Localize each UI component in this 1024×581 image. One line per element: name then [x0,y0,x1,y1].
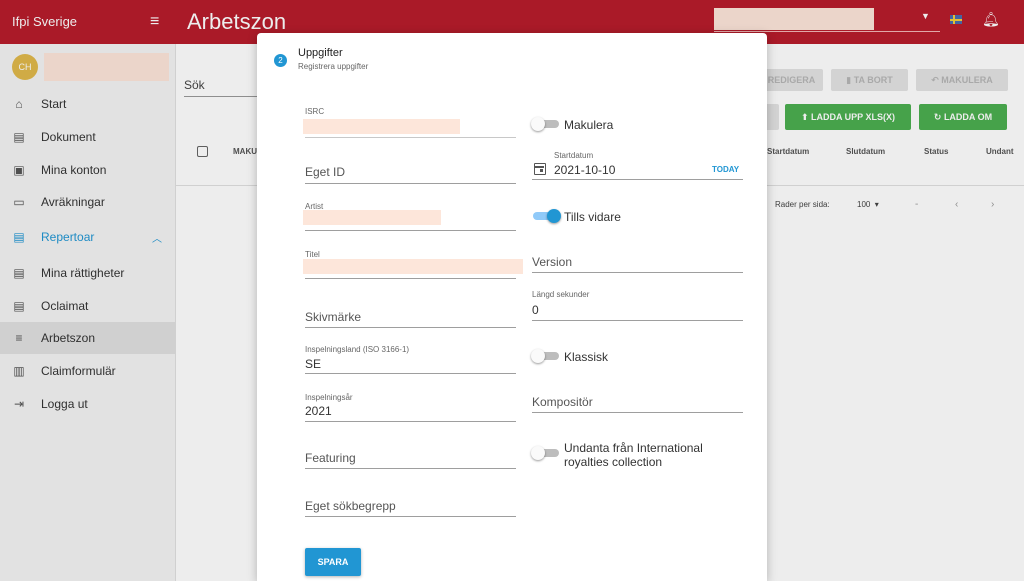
featuring-underline [305,468,516,469]
eget-sokbegrepp-underline [305,516,516,517]
makulera-toggle-label: Makulera [564,118,614,132]
artist-underline [305,230,516,231]
toggle-knob [531,349,545,363]
eget-id-placeholder: Eget ID [305,165,346,179]
klassisk-toggle-label: Klassisk [564,350,609,364]
today-button[interactable]: TODAY [712,165,739,174]
kompositor-field[interactable]: Kompositör [532,391,743,416]
eget-id-underline [305,183,516,184]
langd-sekunder-field[interactable]: Längd sekunder 0 [532,288,743,323]
isrc-underline [305,137,516,138]
isrc-value-redacted [303,119,460,134]
titel-value-redacted [303,259,523,274]
startdatum-underline [532,179,743,180]
artist-value-redacted [303,210,441,225]
undanta-toggle[interactable] [531,446,561,460]
skivmarke-placeholder: Skivmärke [305,310,362,324]
dialog-title: Uppgifter [298,47,343,59]
undanta-toggle-label-line1: Undanta från International [564,441,703,455]
kompositor-placeholder: Kompositör [532,395,593,409]
eget-sokbegrepp-field[interactable]: Eget sökbegrepp [305,495,516,520]
inspelningsar-label: Inspelningsår [305,393,353,402]
inspelningsland-field[interactable]: Inspelningsland (ISO 3166-1) SE [305,343,516,375]
tills-vidare-toggle-label: Tills vidare [564,210,621,224]
skivmarke-underline [305,327,516,328]
version-placeholder: Version [532,255,573,269]
langd-sekunder-label: Längd sekunder [532,290,590,299]
toggle-knob [531,446,545,460]
toggle-knob [547,209,561,223]
inspelningsar-field[interactable]: Inspelningsår 2021 [305,391,516,423]
calendar-icon[interactable] [534,163,546,175]
version-underline [532,272,743,273]
eget-sokbegrepp-placeholder: Eget sökbegrepp [305,499,396,513]
kompositor-underline [532,412,743,413]
startdatum-value: 2021-10-10 [554,163,616,177]
featuring-field[interactable]: Featuring [305,447,516,472]
startdatum-label: Startdatum [554,151,594,160]
makulera-toggle[interactable] [531,117,561,131]
inspelningsar-value: 2021 [305,404,332,418]
startdatum-field[interactable]: Startdatum 2021-10-10 TODAY [532,149,743,181]
titel-underline [305,278,516,279]
inspelningsland-underline [305,373,516,374]
tills-vidare-toggle[interactable] [531,209,561,223]
langd-sekunder-value: 0 [532,303,539,317]
artist-field[interactable]: Artist [303,200,516,233]
spara-button[interactable]: SPARA [305,548,361,576]
inspelningsland-value: SE [305,357,322,371]
featuring-placeholder: Featuring [305,451,356,465]
isrc-label: ISRC [305,107,325,116]
inspelningsar-underline [305,421,516,422]
version-field[interactable]: Version [532,251,743,276]
uppgifter-dialog: 2 Uppgifter Registrera uppgifter ISRC Eg… [257,33,767,581]
eget-id-field[interactable]: Eget ID [305,161,516,186]
titel-field[interactable]: Titel [303,248,525,281]
langd-sekunder-underline [532,320,743,321]
isrc-field[interactable]: ISRC [303,105,516,141]
dialog-subtitle: Registrera uppgifter [298,62,369,71]
klassisk-toggle[interactable] [531,349,561,363]
skivmarke-field[interactable]: Skivmärke [305,306,516,331]
undanta-toggle-label-line2: royalties collection [564,455,663,469]
inspelningsland-label: Inspelningsland (ISO 3166-1) [305,345,410,354]
step-indicator: 2 [274,54,287,67]
titel-label: Titel [305,250,320,259]
toggle-knob [531,117,545,131]
